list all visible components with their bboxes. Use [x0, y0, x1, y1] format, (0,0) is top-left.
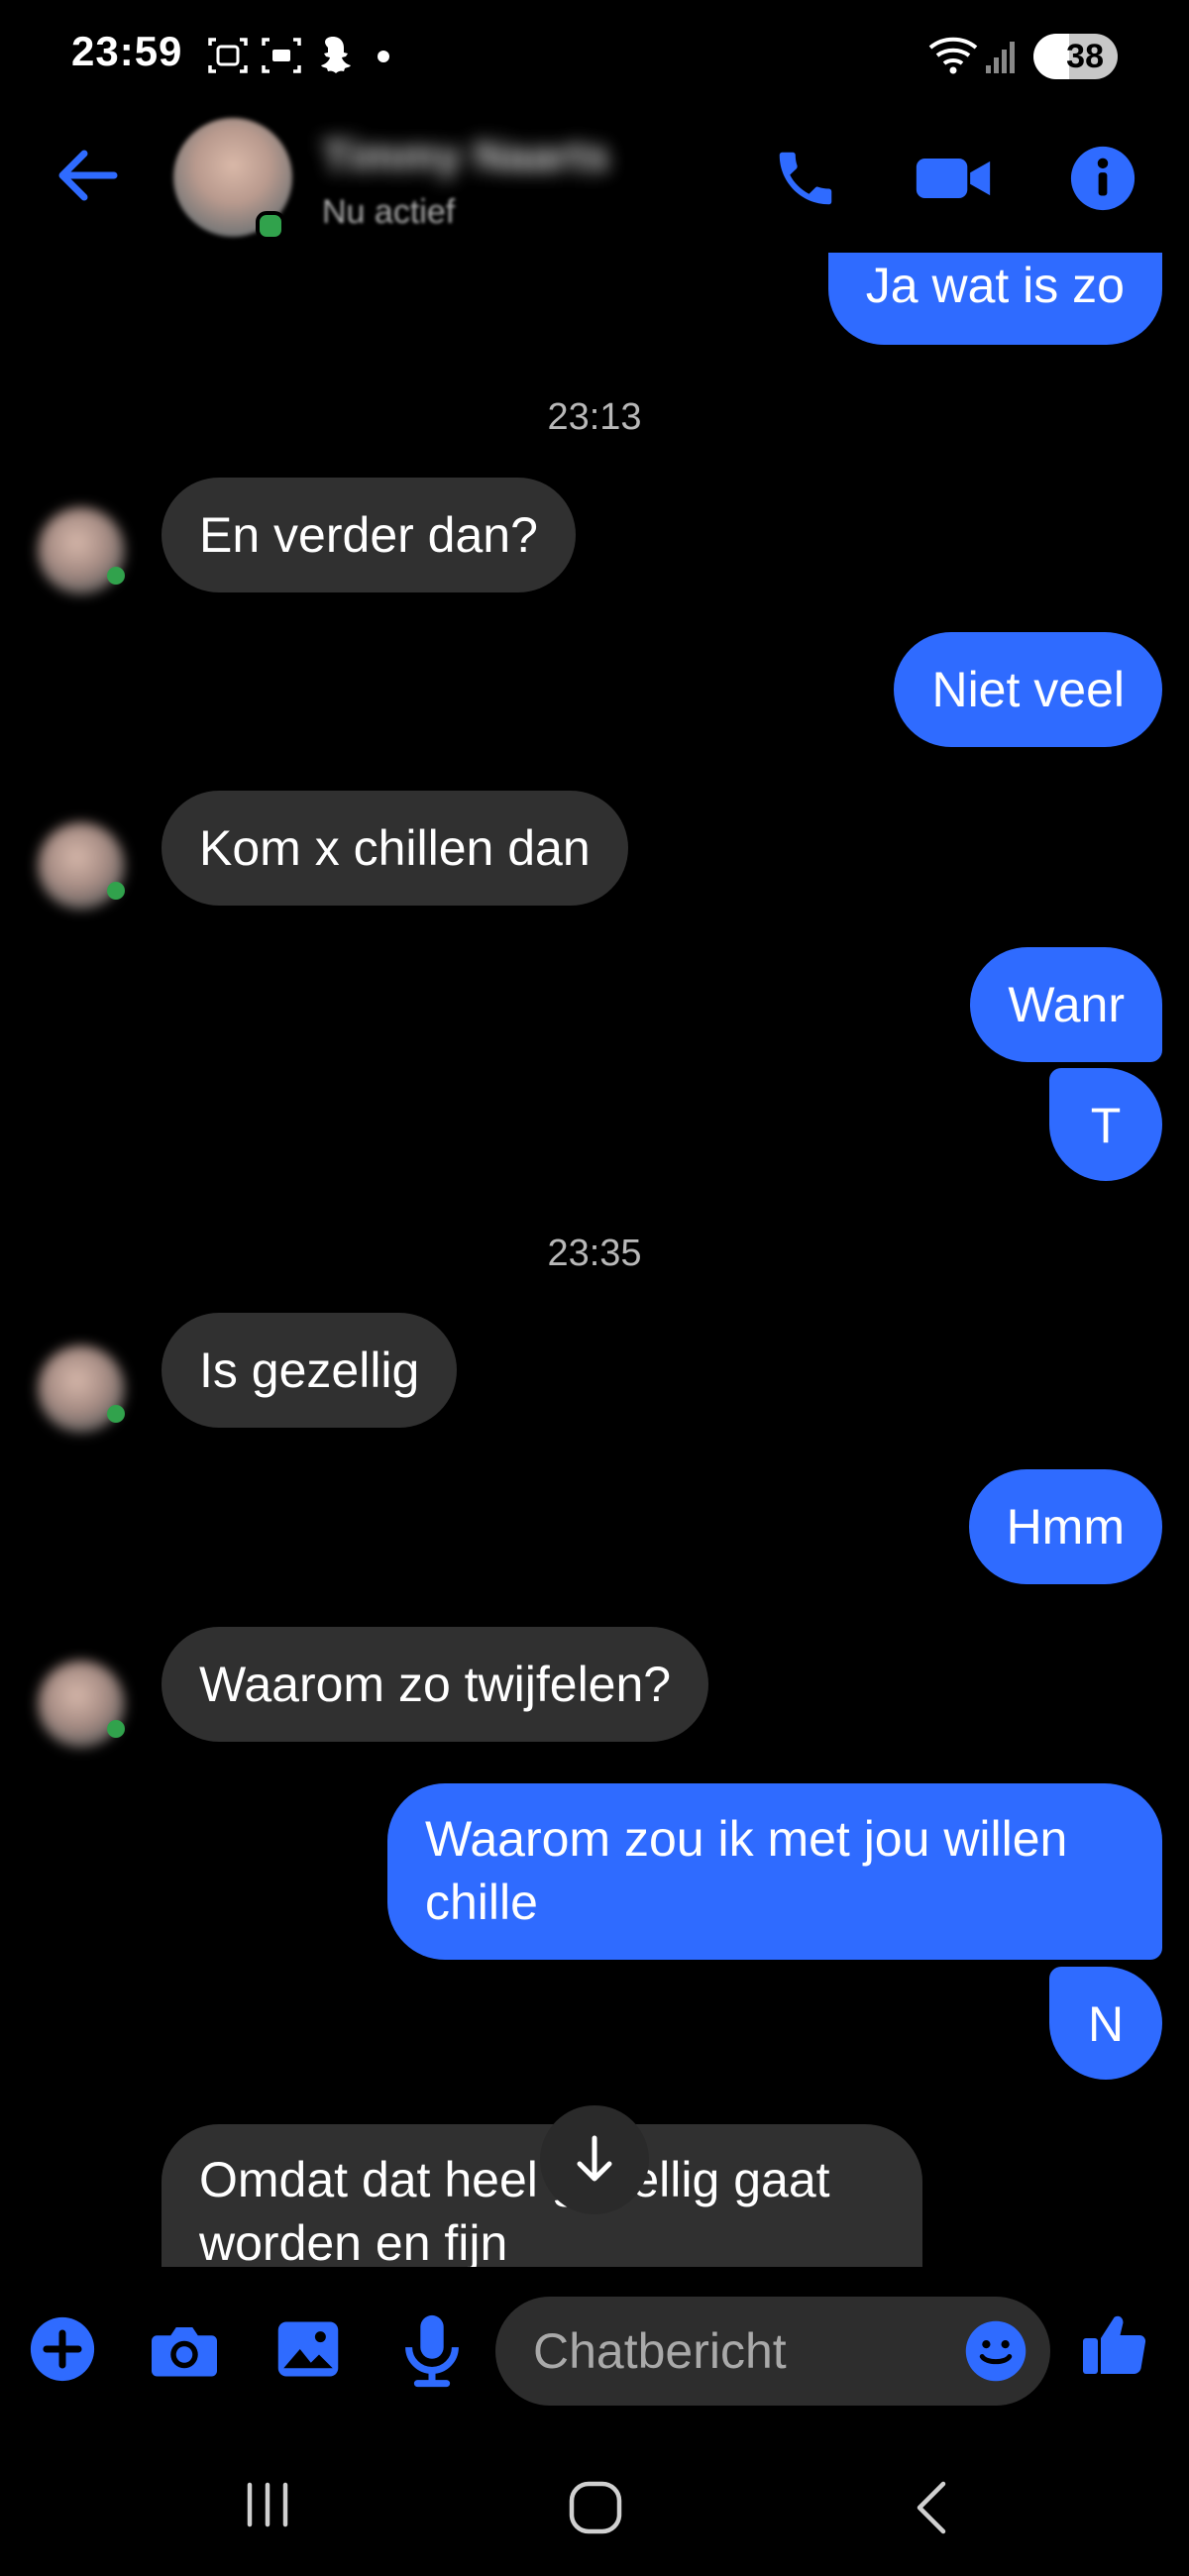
gallery-icon[interactable]	[275, 2316, 341, 2382]
message-incoming[interactable]: Waarom zo twijfelen?	[162, 1627, 709, 1742]
message-incoming[interactable]: Is gezellig	[162, 1313, 458, 1428]
scroll-down-arrow-icon	[577, 2135, 612, 2182]
recent-apps-icon[interactable]	[238, 2480, 297, 2529]
screen-capture-icon	[262, 38, 301, 73]
message-outgoing[interactable]: T	[1049, 1068, 1162, 1181]
thumbs-up-icon[interactable]	[1080, 2308, 1151, 2380]
contact-status: Nu actief	[322, 193, 456, 231]
online-indicator	[107, 1720, 125, 1738]
emoji-icon[interactable]	[963, 2318, 1028, 2384]
message-incoming[interactable]: En verder dan?	[162, 478, 576, 592]
video-camera-icon[interactable]	[914, 144, 993, 213]
back-arrow-icon[interactable]	[54, 146, 120, 205]
status-time: 23:59	[71, 28, 183, 74]
message-input-placeholder: Chatbericht	[533, 2323, 787, 2379]
notification-dot-icon	[378, 51, 389, 62]
snapchat-icon	[321, 37, 351, 73]
camera-icon[interactable]	[149, 2316, 220, 2382]
home-icon[interactable]	[568, 2480, 623, 2535]
plus-icon[interactable]	[28, 2314, 97, 2384]
message-input[interactable]: Chatbericht	[495, 2297, 1050, 2406]
wifi-icon	[928, 37, 978, 74]
status-bar: 23:59 38	[0, 0, 1189, 114]
online-indicator	[107, 1405, 125, 1423]
system-navigation-bar	[0, 2435, 1189, 2576]
info-icon[interactable]	[1068, 144, 1137, 213]
message-outgoing[interactable]: Waarom zou ik met jou willen chille	[387, 1783, 1162, 1960]
timestamp-divider: 23:13	[547, 396, 642, 438]
system-back-icon[interactable]	[910, 2480, 953, 2535]
chat-header: Timmy Naarts Nu actief	[0, 114, 1189, 253]
message-incoming[interactable]: Kom x chillen dan	[162, 791, 628, 906]
scroll-to-bottom-button[interactable]	[540, 2105, 649, 2214]
timestamp-divider: 23:35	[547, 1233, 642, 1274]
phone-icon[interactable]	[771, 144, 840, 213]
message-outgoing[interactable]: Niet veel	[894, 632, 1162, 747]
contact-name[interactable]: Timmy Naarts	[322, 132, 609, 181]
message-composer: Chatbericht	[0, 2267, 1189, 2435]
online-indicator	[107, 882, 125, 900]
online-indicator	[107, 567, 125, 585]
screenshot-icon	[208, 38, 248, 73]
online-indicator	[256, 211, 285, 241]
microphone-icon[interactable]	[402, 2312, 462, 2388]
message-outgoing[interactable]: Wanr	[970, 947, 1162, 1062]
signal-icon	[986, 42, 1015, 73]
battery-indicator: 38	[1033, 34, 1118, 79]
message-outgoing[interactable]: N	[1049, 1967, 1162, 2080]
message-outgoing[interactable]: Hmm	[968, 1469, 1162, 1584]
